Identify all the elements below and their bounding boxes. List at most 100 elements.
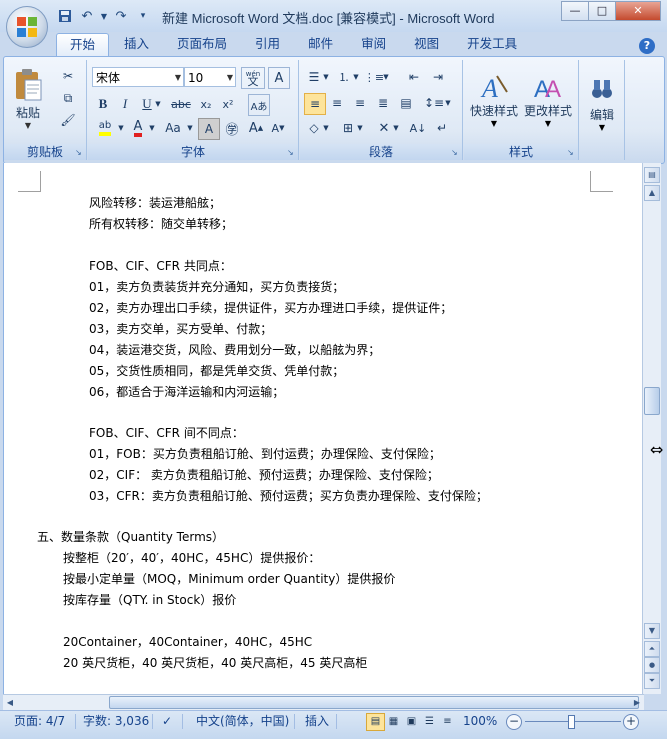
- shading-dropdown-icon[interactable]: ▼: [322, 118, 330, 138]
- font-name-combo[interactable]: 宋体 ▼: [92, 67, 184, 87]
- page-indicator[interactable]: 页面: 4/7: [14, 711, 65, 731]
- bold-icon[interactable]: B: [93, 94, 113, 114]
- draft-view-icon[interactable]: ≡: [438, 713, 457, 731]
- close-button[interactable]: ✕: [615, 1, 661, 21]
- scroll-right-icon[interactable]: ▶: [630, 696, 644, 709]
- customize-qat-icon[interactable]: ▾: [134, 7, 152, 25]
- undo-icon[interactable]: ↶: [78, 7, 96, 25]
- borders-icon[interactable]: ⊞: [338, 118, 358, 138]
- superscript-icon[interactable]: x²: [218, 94, 238, 114]
- borders-dropdown-icon[interactable]: ▼: [356, 118, 364, 138]
- highlight-dropdown-icon[interactable]: ▼: [117, 118, 125, 138]
- editing-button[interactable]: 编辑 ▼: [582, 64, 622, 144]
- web-layout-view-icon[interactable]: ▣: [402, 713, 421, 731]
- phonetic-guide-button[interactable]: wén 文: [241, 67, 265, 89]
- enclose-characters-icon[interactable]: ㊫: [222, 118, 242, 138]
- tab-page-layout[interactable]: 页面布局: [164, 33, 240, 55]
- tab-developer[interactable]: 开发工具: [454, 33, 530, 55]
- clear-formatting-icon[interactable]: Aあ: [248, 94, 270, 116]
- quick-styles-button[interactable]: A 快速样式 ▼: [468, 64, 520, 136]
- office-button[interactable]: [6, 6, 48, 48]
- change-case-dropdown-icon[interactable]: ▼: [186, 118, 194, 138]
- change-styles-button[interactable]: A A 更改样式 ▼: [522, 64, 574, 136]
- font-size-dropdown-icon[interactable]: ▼: [227, 68, 233, 88]
- ruler-toggle-icon[interactable]: ▤: [644, 167, 660, 183]
- font-color-dropdown-icon[interactable]: ▼: [148, 118, 156, 138]
- outline-view-icon[interactable]: ☰: [420, 713, 439, 731]
- text-highlight-icon[interactable]: ab: [93, 118, 117, 138]
- format-painter-icon[interactable]: 🖌: [58, 110, 78, 130]
- save-icon[interactable]: [56, 7, 74, 25]
- tab-references[interactable]: 引用: [242, 33, 293, 55]
- undo-dropdown-icon[interactable]: ▼: [100, 7, 108, 25]
- subscript-icon[interactable]: x₂: [196, 94, 216, 114]
- font-launcher-icon[interactable]: ↘: [287, 149, 295, 157]
- justify-icon[interactable]: ≣: [373, 93, 393, 113]
- proofing-icon[interactable]: ✓: [162, 711, 172, 731]
- horizontal-scroll-thumb[interactable]: [109, 696, 639, 709]
- chinese-layout-icon[interactable]: ✕: [374, 118, 394, 138]
- font-color-icon[interactable]: A: [128, 118, 148, 138]
- bullets-dropdown-icon[interactable]: ▼: [322, 67, 330, 87]
- language-indicator[interactable]: 中文(简体，中国): [196, 711, 289, 731]
- strikethrough-icon[interactable]: abc: [168, 94, 194, 114]
- select-browse-object-icon[interactable]: ●: [644, 657, 660, 673]
- scroll-up-icon[interactable]: ▲: [644, 185, 660, 201]
- bullets-icon[interactable]: ☰: [304, 67, 324, 87]
- multilevel-list-icon[interactable]: ⋮≡: [364, 67, 384, 87]
- help-icon[interactable]: ?: [639, 38, 655, 54]
- vertical-scrollbar[interactable]: ▤ ▲ ▼ ⏶ ● ⏷: [642, 163, 661, 694]
- next-page-icon[interactable]: ⏷: [644, 673, 660, 689]
- horizontal-scrollbar[interactable]: ◀ ▶: [3, 694, 644, 710]
- scroll-left-icon[interactable]: ◀: [3, 696, 17, 709]
- align-center-icon[interactable]: ≡: [327, 93, 347, 113]
- clipboard-launcher-icon[interactable]: ↘: [75, 149, 83, 157]
- font-size-combo[interactable]: 10 ▼: [184, 67, 236, 87]
- previous-page-icon[interactable]: ⏶: [644, 641, 660, 657]
- multilevel-dropdown-icon[interactable]: ▼: [382, 67, 390, 87]
- character-border-icon[interactable]: A: [268, 67, 290, 89]
- zoom-slider-knob[interactable]: [568, 715, 575, 729]
- sort-icon[interactable]: A↓: [408, 118, 428, 138]
- tab-review[interactable]: 审阅: [348, 33, 399, 55]
- italic-icon[interactable]: I: [115, 94, 135, 114]
- shading-icon[interactable]: ◇: [304, 118, 324, 138]
- change-case-icon[interactable]: Aa: [160, 118, 186, 138]
- insert-mode-indicator[interactable]: 插入: [305, 711, 329, 731]
- cut-icon[interactable]: ✂: [58, 66, 78, 86]
- numbering-icon[interactable]: ⒈: [334, 67, 354, 87]
- paragraph-launcher-icon[interactable]: ↘: [451, 149, 459, 157]
- distributed-icon[interactable]: ▤: [396, 93, 416, 113]
- maximize-button[interactable]: □: [588, 1, 616, 21]
- document-page[interactable]: 风险转移：装运港船舷； 所有权转移：随交单转移； FOB、CIF、CFR 共同点…: [3, 163, 645, 694]
- show-hide-marks-icon[interactable]: ↵: [432, 118, 452, 138]
- zoom-level[interactable]: 100%: [463, 711, 497, 731]
- minimize-button[interactable]: —: [561, 1, 589, 21]
- tab-view[interactable]: 视图: [401, 33, 452, 55]
- tab-home[interactable]: 开始: [56, 33, 110, 56]
- copy-icon[interactable]: ⧉: [58, 88, 78, 108]
- word-count[interactable]: 字数: 3,036: [83, 711, 149, 731]
- align-left-icon[interactable]: ≡: [304, 93, 326, 115]
- zoom-out-icon[interactable]: −: [506, 714, 522, 730]
- zoom-in-icon[interactable]: +: [623, 714, 639, 730]
- paste-button[interactable]: 粘贴 ▼: [10, 64, 46, 134]
- full-screen-reading-view-icon[interactable]: ▦: [384, 713, 403, 731]
- line-spacing-icon[interactable]: ↕≡: [424, 93, 444, 113]
- decrease-indent-icon[interactable]: ⇤: [404, 67, 424, 87]
- underline-dropdown-icon[interactable]: ▼: [154, 94, 162, 114]
- numbering-dropdown-icon[interactable]: ▼: [352, 67, 360, 87]
- align-right-icon[interactable]: ≡: [350, 93, 370, 113]
- character-shading-icon[interactable]: A: [198, 118, 220, 140]
- tab-mailings[interactable]: 邮件: [295, 33, 346, 55]
- line-spacing-dropdown-icon[interactable]: ▼: [444, 93, 452, 113]
- styles-launcher-icon[interactable]: ↘: [567, 149, 575, 157]
- shrink-font-icon[interactable]: A ▼: [268, 118, 288, 138]
- chinese-layout-dropdown-icon[interactable]: ▼: [392, 118, 400, 138]
- tab-insert[interactable]: 插入: [111, 33, 162, 55]
- redo-icon[interactable]: ↷: [112, 7, 130, 25]
- grow-font-icon[interactable]: A ▲: [246, 118, 266, 138]
- scroll-down-icon[interactable]: ▼: [644, 623, 660, 639]
- increase-indent-icon[interactable]: ⇥: [428, 67, 448, 87]
- print-layout-view-icon[interactable]: ▤: [366, 713, 385, 731]
